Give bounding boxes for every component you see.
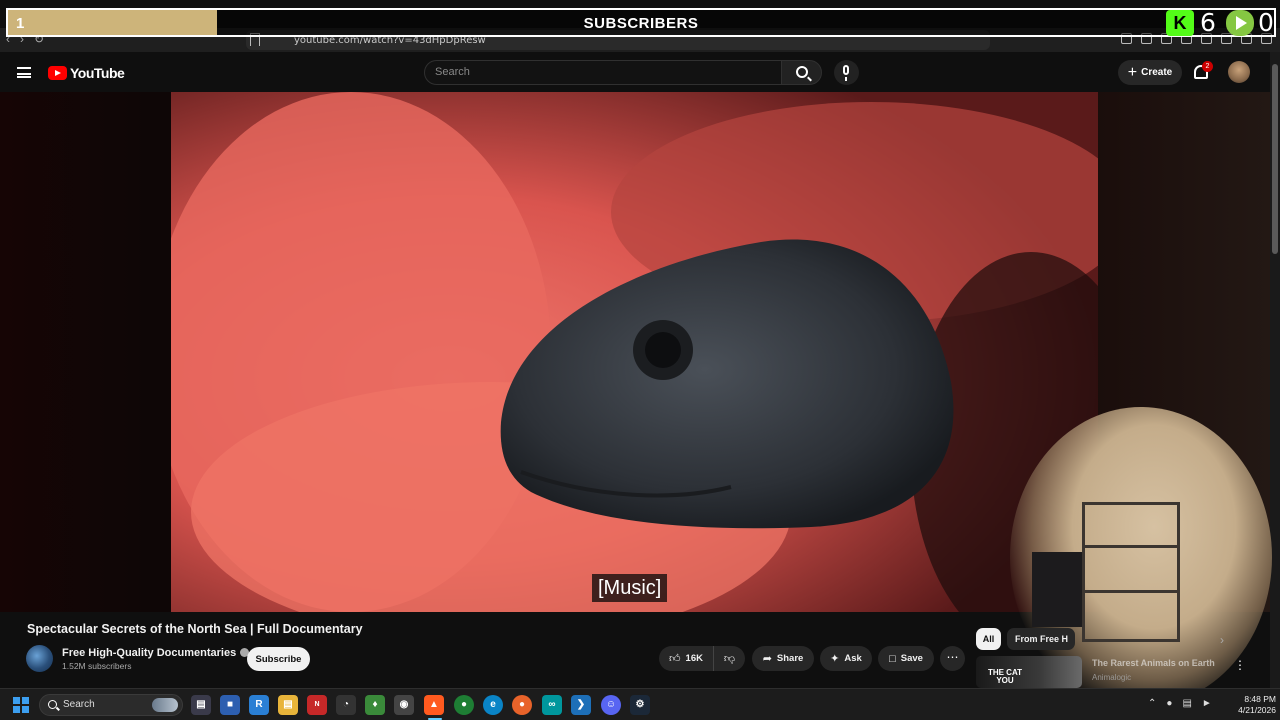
thumbs-up-icon: 👍︎ bbox=[669, 653, 681, 665]
youtube-play-icon bbox=[48, 66, 67, 80]
page-scrollbar[interactable] bbox=[1270, 52, 1280, 688]
clock-app-icon[interactable]: ◔ bbox=[336, 695, 356, 715]
firefox-icon[interactable]: ● bbox=[512, 695, 532, 715]
channel-name[interactable]: Free High-Quality Documentaries bbox=[62, 647, 250, 659]
windows-start-icon[interactable] bbox=[13, 697, 29, 713]
discord-icon[interactable]: ☺ bbox=[601, 695, 621, 715]
video-title: Spectacular Secrets of the North Sea | F… bbox=[27, 622, 363, 636]
microphone-icon[interactable]: ● bbox=[1166, 698, 1172, 709]
plus-icon: + bbox=[1127, 63, 1138, 81]
youtube-logo[interactable]: YouTube bbox=[48, 65, 125, 81]
file-explorer-icon[interactable]: ▤ bbox=[278, 695, 298, 715]
webcam-shelf bbox=[1082, 502, 1180, 642]
chevron-right-icon[interactable]: › bbox=[1220, 633, 1224, 647]
voice-search-button[interactable] bbox=[834, 60, 859, 85]
stream-overlay: 1 SUBSCRIBERS K 6 0 bbox=[0, 6, 1280, 37]
like-button[interactable]: 👍︎ 16K bbox=[659, 646, 714, 671]
ask-button[interactable]: ✦ Ask bbox=[820, 646, 872, 671]
save-button[interactable]: □ Save bbox=[878, 646, 934, 671]
youtube-logo-text: YouTube bbox=[70, 65, 125, 81]
screen: ‹ › ↻ youtube.com/watch?v=43dHpDpResw 1 … bbox=[0, 0, 1280, 720]
microphone-icon bbox=[843, 65, 849, 81]
share-label: Share bbox=[776, 653, 804, 664]
app-icon[interactable]: ◉ bbox=[394, 695, 414, 715]
channel-name-text[interactable]: Free High-Quality Documentaries bbox=[62, 647, 236, 659]
chip-all[interactable]: All bbox=[976, 628, 1001, 650]
notification-badge: 2 bbox=[1202, 61, 1213, 72]
search-highlight-icon bbox=[152, 698, 178, 712]
kebab-menu-icon[interactable]: ⋮ bbox=[1234, 658, 1246, 672]
search-box bbox=[424, 60, 782, 85]
webcam-monitor bbox=[1032, 552, 1082, 627]
recommended-video-thumbnail[interactable]: THE CAT YOU bbox=[976, 656, 1082, 688]
video-caption: [Music] bbox=[592, 574, 668, 602]
shield-icon[interactable]: ♦ bbox=[365, 695, 385, 715]
video-scene bbox=[171, 92, 1098, 612]
brave-browser-icon[interactable]: ▲ bbox=[424, 695, 444, 715]
create-label: Create bbox=[1141, 67, 1173, 78]
like-dislike-group: 👍︎ 16K 👎︎ bbox=[659, 646, 745, 671]
scrollbar-thumb[interactable] bbox=[1272, 64, 1278, 254]
task-view-icon[interactable]: ▤ bbox=[191, 695, 211, 715]
video-player[interactable]: [Music] bbox=[0, 92, 1272, 707]
search-icon bbox=[796, 66, 808, 78]
share-icon: ➦ bbox=[762, 653, 772, 665]
create-button[interactable]: + Create bbox=[1118, 60, 1182, 85]
steam-icon[interactable]: ⚙ bbox=[630, 695, 650, 715]
thumbnail-text: THE CAT YOU bbox=[987, 668, 1023, 685]
taskbar-clock[interactable]: 8:48 PM 4/21/2026 bbox=[1220, 694, 1276, 716]
subscriber-count: 1.52M subscribers bbox=[62, 661, 132, 671]
menu-icon[interactable] bbox=[17, 67, 31, 78]
ask-label: Ask bbox=[844, 653, 862, 664]
edge-icon[interactable]: e bbox=[483, 695, 503, 715]
vscode-icon[interactable]: ❯ bbox=[571, 695, 591, 715]
taskbar: Search ▤ ■ R ▤ N ◔ ♦ ◉ ▲ ● e ● ∞ ❯ ☺ ⚙ ⌃… bbox=[0, 688, 1280, 720]
chip-from-channel[interactable]: From Free H bbox=[1007, 628, 1075, 650]
wifi-icon[interactable]: ▤ bbox=[1182, 698, 1191, 709]
subscribe-button[interactable]: Subscribe bbox=[247, 647, 310, 671]
chevron-up-icon[interactable]: ⌃ bbox=[1148, 698, 1156, 709]
clock-time: 8:48 PM bbox=[1244, 694, 1276, 704]
search-icon bbox=[48, 700, 57, 709]
chrome-icon[interactable]: ● bbox=[454, 695, 474, 715]
recommended-video-title[interactable]: The Rarest Animals on Earth bbox=[1092, 658, 1215, 668]
arduino-icon[interactable]: ∞ bbox=[542, 695, 562, 715]
youtube-header: YouTube + Create 2 bbox=[0, 52, 1270, 92]
subscriber-goal-label: SUBSCRIBERS bbox=[583, 15, 699, 32]
volume-icon[interactable]: ► bbox=[1202, 698, 1212, 709]
taskbar-search-label: Search bbox=[63, 699, 95, 710]
like-count: 16K bbox=[685, 653, 703, 664]
more-actions-button[interactable]: ⋯ bbox=[940, 646, 965, 671]
taskbar-search[interactable]: Search bbox=[39, 694, 183, 716]
save-label: Save bbox=[900, 653, 923, 664]
search-input[interactable] bbox=[435, 66, 765, 78]
video-frame[interactable]: [Music] bbox=[171, 92, 1098, 612]
app-icon[interactable]: ■ bbox=[220, 695, 240, 715]
subscriber-goal-bar: 1 SUBSCRIBERS bbox=[6, 8, 1276, 37]
share-button[interactable]: ➦ Share bbox=[752, 646, 814, 671]
account-avatar[interactable] bbox=[1228, 61, 1250, 83]
dislike-button[interactable]: 👎︎ bbox=[714, 646, 745, 671]
search-button[interactable] bbox=[781, 60, 822, 85]
kick-count: 6 bbox=[1200, 8, 1216, 37]
clock-date: 4/21/2026 bbox=[1238, 705, 1276, 715]
bookmark-icon: □ bbox=[889, 652, 896, 665]
rumble-count: 0 bbox=[1258, 8, 1274, 37]
channel-avatar[interactable] bbox=[26, 645, 53, 672]
app-icon[interactable]: R bbox=[249, 695, 269, 715]
system-tray: ⌃ ● ▤ ► bbox=[1148, 698, 1212, 709]
recommended-video-channel[interactable]: Animalogic bbox=[1092, 673, 1131, 682]
sparkle-icon: ✦ bbox=[830, 653, 840, 665]
kick-logo-icon: K bbox=[1166, 10, 1194, 36]
thumbs-down-icon: 👎︎ bbox=[723, 653, 736, 665]
rumble-logo-icon bbox=[1226, 10, 1254, 36]
news-app-icon[interactable]: N bbox=[307, 695, 327, 715]
